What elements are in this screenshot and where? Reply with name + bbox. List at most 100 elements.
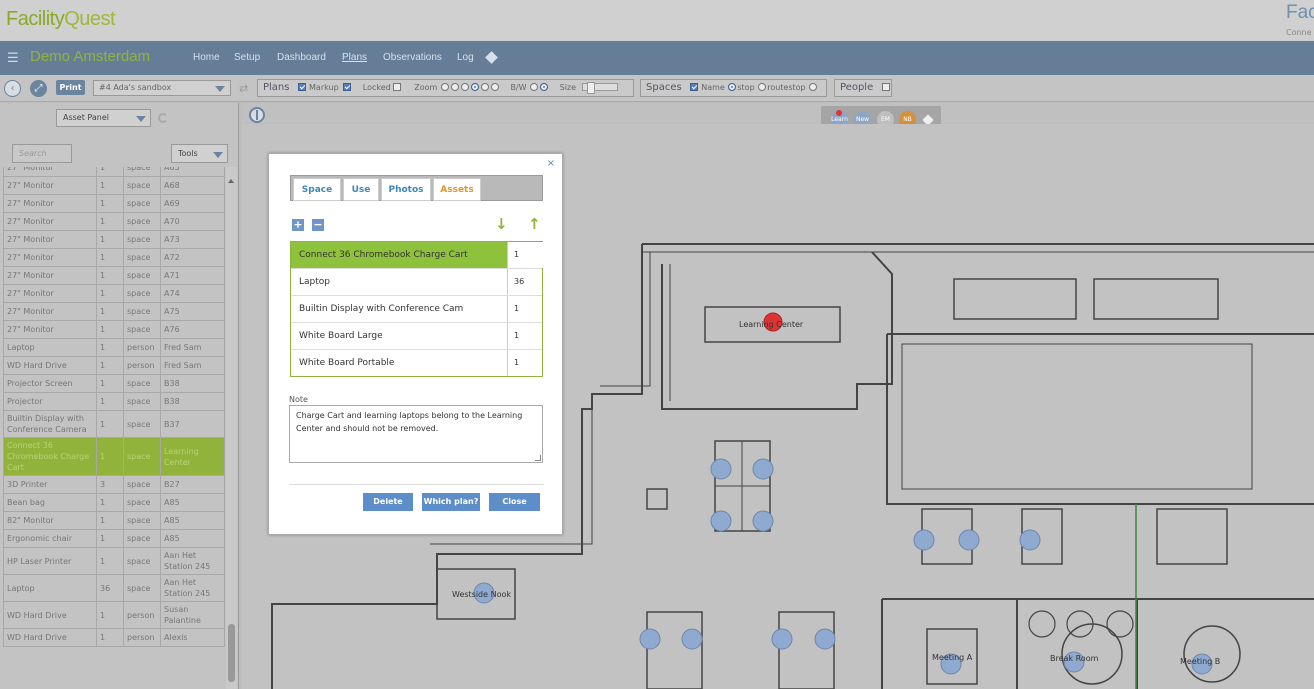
table-row[interactable]: 27" Monitor 1 space A69 <box>3 194 225 213</box>
asset-location-cell: A85 <box>160 529 225 548</box>
tab-use[interactable]: Use <box>343 178 379 201</box>
remove-asset-icon[interactable]: − <box>312 219 324 231</box>
asset-name-cell: 27" Monitor <box>3 176 97 195</box>
map-label-break-room[interactable]: Break Room <box>1050 654 1099 663</box>
tab-assets[interactable]: Assets <box>433 178 481 201</box>
asset-qty-field[interactable]: 1 <box>507 296 543 322</box>
fit-to-screen-icon[interactable]: ⤢ <box>30 80 47 97</box>
asset-row[interactable]: White Board Large 1 <box>291 323 542 350</box>
hamburger-icon[interactable]: ☰ <box>7 51 19 66</box>
which-plan-button[interactable]: Which plan? <box>422 493 480 511</box>
table-row[interactable]: 82" Monitor 1 space A85 <box>3 511 225 530</box>
table-row[interactable]: 27" Monitor 1 space A73 <box>3 230 225 249</box>
move-up-icon[interactable]: ↑ <box>528 215 541 233</box>
map-label-meeting-a[interactable]: Meeting A <box>932 653 973 662</box>
table-row[interactable]: HP Laser Printer 1 space Aan Het Station 24… <box>3 547 225 575</box>
asset-qty-field[interactable]: 36 <box>507 269 543 295</box>
map-label-westside-nook[interactable]: Westside Nook <box>452 590 511 599</box>
table-row[interactable]: 27" Monitor 1 space A74 <box>3 284 225 303</box>
table-row[interactable]: Bean bag 1 space A85 <box>3 493 225 512</box>
zoom-radio-5[interactable] <box>480 83 489 91</box>
table-row[interactable]: WD Hard Drive 1 person Susan Palantine <box>3 601 225 629</box>
zoom-radio-1[interactable] <box>440 83 449 91</box>
map-label-learning-center[interactable]: Learning Center <box>739 320 804 329</box>
table-row[interactable]: 27" Monitor 1 space A76 <box>3 320 225 339</box>
table-row[interactable]: 3D Printer 3 space B27 <box>3 475 225 494</box>
table-row[interactable]: WD Hard Drive 1 person Alexis <box>3 628 225 647</box>
routestop-radio[interactable] <box>758 83 767 91</box>
compass-icon[interactable] <box>249 107 265 123</box>
scroll-up-icon[interactable] <box>228 179 234 183</box>
tools-select[interactable]: Tools <box>171 144 228 163</box>
table-row[interactable]: 27" Monitor 1 space A68 <box>3 176 225 195</box>
map-label-meeting-b[interactable]: Meeting B <box>1180 657 1220 666</box>
asset-qty-cell: 3 <box>96 475 124 494</box>
table-row[interactable]: Projector Screen 1 space B38 <box>3 374 225 393</box>
nav-setup[interactable]: Setup <box>234 52 260 63</box>
nav-observations[interactable]: Observations <box>383 52 442 63</box>
name-checkbox[interactable] <box>690 83 699 91</box>
tab-space[interactable]: Space <box>293 178 341 201</box>
name-label: Name <box>701 83 725 92</box>
add-asset-icon[interactable]: + <box>292 219 304 231</box>
diamond-icon[interactable] <box>485 51 498 64</box>
facilityquest-logo[interactable]: FacilityQuest <box>6 8 116 31</box>
zoom-radio-3[interactable] <box>460 83 469 91</box>
asset-table-scrollbar[interactable] <box>226 167 237 689</box>
markup-checkbox-2[interactable] <box>343 83 352 91</box>
search-input[interactable]: Search <box>12 144 72 163</box>
people-checkbox[interactable] <box>881 83 890 91</box>
zoom-radio-2[interactable] <box>450 83 459 91</box>
note-textarea[interactable]: Charge Cart and learning laptops belong … <box>289 405 543 463</box>
resize-handle-icon[interactable] <box>535 455 541 461</box>
asset-qty-field[interactable]: 1 <box>507 242 543 268</box>
asset-qty-field[interactable]: 1 <box>507 323 543 349</box>
asset-row[interactable]: White Board Portable 1 <box>291 350 542 377</box>
table-row[interactable]: Projector 1 space B38 <box>3 392 225 411</box>
close-icon[interactable]: × <box>547 158 555 169</box>
bw-radio-on[interactable] <box>540 83 549 91</box>
tab-photos[interactable]: Photos <box>381 178 431 201</box>
asset-qty-field[interactable]: 1 <box>507 350 543 376</box>
tools-select-value: Tools <box>178 149 198 158</box>
delete-button[interactable]: Delete <box>363 493 413 511</box>
stop-radio[interactable] <box>728 83 737 91</box>
bw-radio-off[interactable] <box>530 83 539 91</box>
refresh-icon[interactable] <box>158 113 168 123</box>
zoom-radio-6[interactable] <box>490 83 499 91</box>
locked-checkbox[interactable] <box>392 83 401 91</box>
table-row[interactable]: Ergonomic chair 1 space A85 <box>3 529 225 548</box>
table-row[interactable]: WD Hard Drive 1 person Fred Sam <box>3 356 225 375</box>
asset-type-cell: space <box>123 167 161 177</box>
asset-row[interactable]: Laptop 36 <box>291 269 542 296</box>
routestop-radio-2[interactable] <box>809 83 818 91</box>
scrollbar-thumb[interactable] <box>228 624 235 682</box>
nav-home[interactable]: Home <box>193 52 220 63</box>
table-row[interactable]: Connect 36 Chromebook Charge Cart 1 space L… <box>3 437 225 476</box>
size-slider[interactable] <box>581 82 618 94</box>
table-row[interactable]: Laptop 1 person Fred Sam <box>3 338 225 357</box>
asset-row[interactable]: Connect 36 Chromebook Charge Cart 1 <box>291 242 543 269</box>
print-button[interactable]: Print <box>56 80 85 95</box>
table-row[interactable]: 27" Monitor 1 space A71 <box>3 266 225 285</box>
nav-plans[interactable]: Plans <box>342 52 367 63</box>
zoom-radio-4[interactable] <box>470 83 479 91</box>
logo-text-quest: Quest <box>64 8 116 30</box>
table-row[interactable]: 27" Monitor 1 space A72 <box>3 248 225 267</box>
close-button[interactable]: Close <box>489 493 540 511</box>
asset-row[interactable]: Builtin Display with Conference Cam 1 <box>291 296 542 323</box>
move-down-icon[interactable]: ↓ <box>495 215 508 233</box>
markup-checkbox[interactable] <box>298 83 307 91</box>
plan-select[interactable]: #4 Ada's sandbox <box>93 80 231 96</box>
link-icon[interactable]: ⇄ <box>239 82 248 95</box>
asset-name-cell: WD Hard Drive <box>3 628 97 647</box>
table-row[interactable]: 27" Monitor 1 space A65 <box>3 167 225 177</box>
table-row[interactable]: 27" Monitor 1 space A70 <box>3 212 225 231</box>
table-row[interactable]: Builtin Display with Conference Camera 1 s… <box>3 410 225 438</box>
table-row[interactable]: 27" Monitor 1 space A75 <box>3 302 225 321</box>
asset-panel-select[interactable]: Asset Panel <box>56 109 151 127</box>
back-arrow-icon[interactable]: ‹ <box>4 80 21 97</box>
table-row[interactable]: Laptop 36 space Aan Het Station 245 <box>3 574 225 602</box>
nav-dashboard[interactable]: Dashboard <box>277 52 326 63</box>
nav-log[interactable]: Log <box>457 52 474 63</box>
